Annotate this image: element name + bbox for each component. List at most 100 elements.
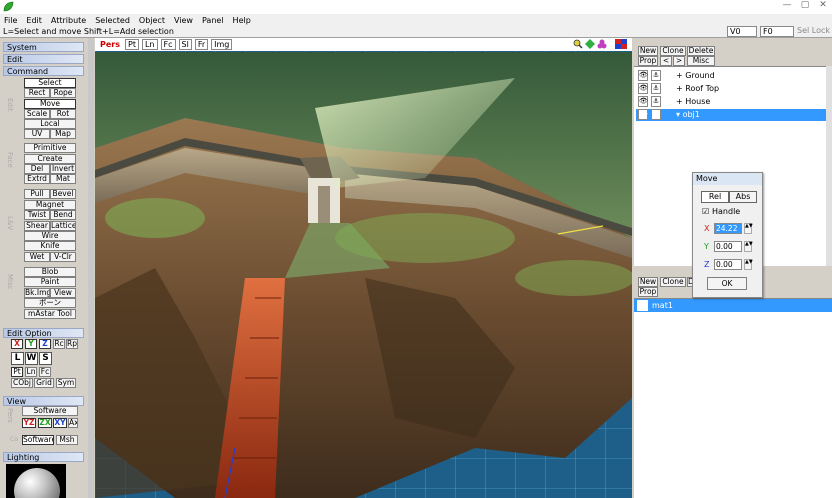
uv-button[interactable]: UV <box>24 129 50 139</box>
shear-button[interactable]: Shear <box>24 221 50 231</box>
msh-button[interactable]: Msh <box>56 435 78 445</box>
material-prop-button[interactable]: Prop <box>638 287 658 297</box>
object-new-button[interactable]: New <box>638 46 658 56</box>
large-toggle[interactable]: L <box>11 352 24 365</box>
map-button[interactable]: Map <box>50 129 76 139</box>
object-prop-button[interactable]: Prop <box>638 56 658 66</box>
layout-icon[interactable] <box>615 39 627 49</box>
object-delete-button[interactable]: Delete <box>687 46 715 56</box>
section-edit[interactable]: Edit <box>3 54 84 64</box>
scale-button[interactable]: Scale <box>24 109 50 119</box>
view-ax-button[interactable]: Ax <box>68 418 78 428</box>
menu-selected[interactable]: Selected <box>95 16 130 25</box>
visibility-eye-icon[interactable]: 👁 <box>638 109 648 120</box>
tab-sl[interactable]: Sl <box>178 39 192 50</box>
rot-button[interactable]: Rot <box>50 109 76 119</box>
ln-toggle[interactable]: Ln <box>25 367 37 377</box>
tab-pers[interactable]: Pers <box>98 40 122 49</box>
menu-file[interactable]: File <box>4 16 17 25</box>
primitive-button[interactable]: Primitive <box>24 143 76 153</box>
view-button[interactable]: View <box>50 288 76 298</box>
tab-fr[interactable]: Fr <box>194 39 209 50</box>
lattice-button[interactable]: Lattice <box>50 221 76 231</box>
menu-edit[interactable]: Edit <box>26 16 42 25</box>
command-panel-scrollbar[interactable] <box>88 38 94 498</box>
y-spinner[interactable]: ▲▼ <box>744 241 753 252</box>
bone-button[interactable]: ボーン <box>24 298 76 308</box>
pt-toggle[interactable]: Pt <box>11 367 23 377</box>
software-view-button[interactable]: Software <box>22 435 54 445</box>
z-spinner[interactable]: ▲▼ <box>744 259 753 270</box>
bend-button[interactable]: Bend <box>50 210 76 220</box>
object-prev-button[interactable]: < <box>660 56 672 66</box>
move-button[interactable]: Move <box>24 99 76 109</box>
fc-toggle[interactable]: Fc <box>39 367 51 377</box>
lock-icon[interactable]: ⚓ <box>651 83 661 94</box>
handle-checkbox[interactable]: ☑ <box>702 207 709 216</box>
z-value-input[interactable]: 0.00 <box>714 259 742 270</box>
close-button[interactable]: ✕ <box>816 0 830 10</box>
create-button[interactable]: Create <box>24 154 76 164</box>
lock-icon[interactable] <box>651 109 661 120</box>
axis-z-toggle[interactable]: Z <box>39 339 51 349</box>
del-button[interactable]: Del <box>24 164 50 174</box>
lock-icon[interactable]: ⚓ <box>651 70 661 81</box>
material-new-button[interactable]: New <box>638 277 658 287</box>
wide-toggle[interactable]: W <box>25 352 38 365</box>
x-spinner[interactable]: ▲▼ <box>744 223 753 234</box>
object-clone-button[interactable]: Clone <box>660 46 686 56</box>
small-toggle[interactable]: S <box>39 352 52 365</box>
object-misc-button[interactable]: Misc <box>687 56 715 66</box>
rect-button[interactable]: Rect <box>24 88 50 98</box>
section-lighting[interactable]: Lighting <box>3 452 84 462</box>
section-edit-option[interactable]: Edit Option <box>3 328 84 338</box>
ok-button[interactable]: OK <box>707 277 747 290</box>
tab-fc[interactable]: Fc <box>160 39 176 50</box>
view-yz-button[interactable]: YZ <box>22 418 36 428</box>
sym-toggle[interactable]: Sym <box>56 378 76 388</box>
zoom-icon[interactable] <box>573 39 583 49</box>
pan-icon[interactable] <box>585 39 595 49</box>
object-row-roof-top[interactable]: 👁 ⚓ + Roof Top <box>636 83 830 95</box>
visibility-eye-icon[interactable]: 👁 <box>638 70 648 81</box>
select-button[interactable]: Select <box>24 78 76 88</box>
vclr-button[interactable]: V-Clr <box>50 252 76 262</box>
minimize-button[interactable]: — <box>780 0 794 10</box>
lighting-preview[interactable] <box>6 464 66 498</box>
mat-button[interactable]: Mat <box>50 174 76 184</box>
section-system[interactable]: System <box>3 42 84 52</box>
knife-button[interactable]: Knife <box>24 241 76 251</box>
axis-y-toggle[interactable]: Y <box>25 339 37 349</box>
abs-tab[interactable]: Abs <box>729 191 757 203</box>
material-row-mat1[interactable]: mat1 <box>634 299 832 312</box>
axis-x-toggle[interactable]: X <box>11 339 23 349</box>
menu-help[interactable]: Help <box>233 16 251 25</box>
twist-button[interactable]: Twist <box>24 210 50 220</box>
invert-button[interactable]: Invert <box>50 164 76 174</box>
menu-object[interactable]: Object <box>139 16 165 25</box>
blob-button[interactable]: Blob <box>24 267 76 277</box>
grid-toggle[interactable]: Grid <box>34 378 54 388</box>
x-value-input[interactable]: 24.22 <box>714 223 742 234</box>
object-row-house[interactable]: 👁 ⚓ + House <box>636 96 830 108</box>
view-zx-button[interactable]: ZX <box>38 418 52 428</box>
sel-lock-button[interactable]: Sel Lock <box>797 26 830 35</box>
menu-view[interactable]: View <box>174 16 193 25</box>
rope-button[interactable]: Rope <box>50 88 76 98</box>
object-list-scrollbar[interactable] <box>826 66 832 266</box>
software-render-button[interactable]: Software <box>22 406 78 416</box>
cobj-toggle[interactable]: CObj <box>11 378 33 388</box>
visibility-eye-icon[interactable]: 👁 <box>638 96 648 107</box>
object-next-button[interactable]: > <box>673 56 685 66</box>
paint-button[interactable]: Paint <box>24 277 76 287</box>
rel-tab[interactable]: Rel <box>701 191 729 203</box>
section-view[interactable]: View <box>3 396 84 406</box>
lock-icon[interactable]: ⚓ <box>651 96 661 107</box>
3d-viewport[interactable]: Pers Pt Ln Fc Sl Fr Img <box>95 38 632 498</box>
object-row-ground[interactable]: 👁 ⚓ + Ground <box>636 70 830 82</box>
bkimg-button[interactable]: Bk.Img <box>24 288 50 298</box>
tab-pt[interactable]: Pt <box>125 39 139 50</box>
wet-button[interactable]: Wet <box>24 252 50 262</box>
object-row-obj1[interactable]: 👁 ▾ obj1 <box>636 109 830 121</box>
bevel-button[interactable]: Bevel <box>50 189 76 199</box>
